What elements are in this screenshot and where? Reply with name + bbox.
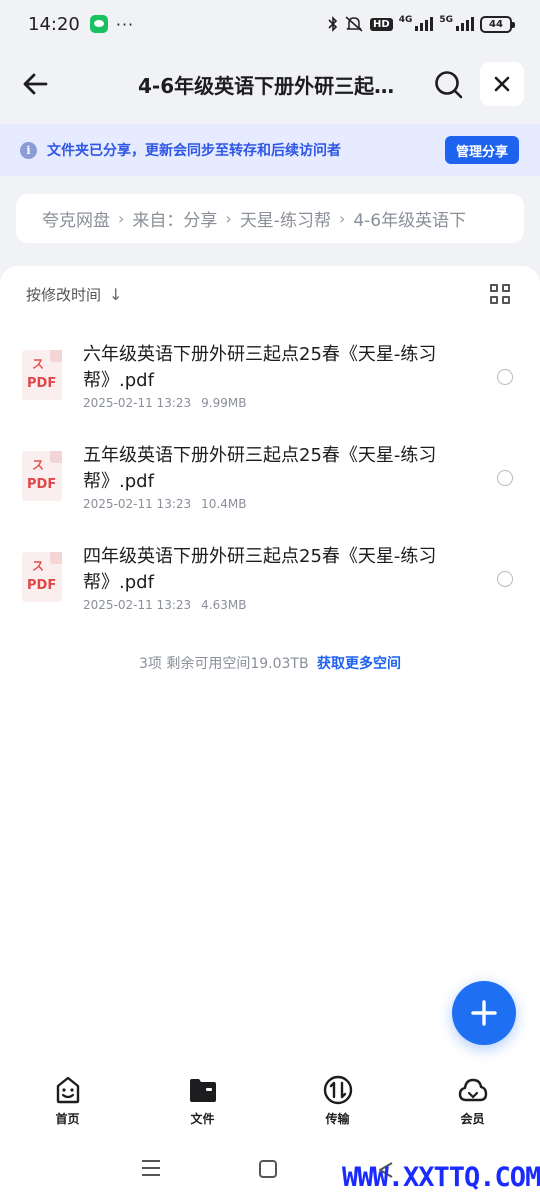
search-icon[interactable] [432, 68, 466, 102]
status-bar: 14:20 ··· HD 4G 5G 44 [0, 0, 540, 48]
file-meta: 2025-02-11 13:23 4.63MB [83, 598, 246, 612]
transfer-icon [323, 1075, 352, 1105]
cloud-member-icon [458, 1078, 487, 1102]
nav-label: 文件 [190, 1112, 215, 1126]
network-type-2: 5G [439, 15, 453, 25]
sort-control[interactable]: 按修改时间 ↓ [26, 284, 122, 305]
wechat-icon [89, 15, 108, 33]
hd-badge: HD [370, 17, 393, 31]
signal-icon-1 [415, 17, 434, 31]
nav-label: 传输 [325, 1112, 350, 1126]
bottom-nav: 首页 文件 传输 会员 [0, 1074, 540, 1134]
file-date: 2025-02-11 13:23 [83, 598, 192, 612]
file-size: 10.4MB [201, 497, 247, 511]
arrow-down-icon: ↓ [109, 285, 123, 304]
folder-icon [189, 1079, 216, 1102]
file-row[interactable]: ス PDF 六年级英语下册外研三起点25春《天星-练习帮》.pdf 2025-02… [0, 336, 540, 437]
watermark: WWW.XXTTQ.COM [342, 1162, 540, 1193]
breadcrumb-item-current[interactable]: 4-6年级英语下 [353, 206, 466, 231]
pdf-file-icon: ス PDF [22, 451, 62, 501]
share-notice-bar: i 文件夹已分享，更新会同步至转存和后续访问者 管理分享 [0, 124, 540, 176]
nav-item-transfer[interactable]: 传输 [270, 1074, 405, 1134]
pdf-file-icon: ス PDF [22, 552, 62, 602]
file-meta: 2025-02-11 13:23 10.4MB [83, 497, 246, 511]
page-title: 4-6年级英语下册外研三起点25春 [138, 74, 408, 98]
file-size: 9.99MB [201, 396, 247, 410]
nav-item-files[interactable]: 文件 [135, 1074, 270, 1134]
file-date: 2025-02-11 13:23 [83, 497, 192, 511]
nav-item-member[interactable]: 会员 [405, 1074, 540, 1134]
nav-label: 会员 [460, 1112, 485, 1126]
plus-icon [471, 1000, 497, 1026]
sort-label: 按修改时间 [26, 286, 102, 304]
breadcrumb-separator: › [225, 209, 232, 228]
share-notice-text: 文件夹已分享，更新会同步至转存和后续访问者 [47, 143, 341, 159]
add-fab-button[interactable] [452, 981, 516, 1045]
home-face-icon [56, 1076, 79, 1104]
file-meta: 2025-02-11 13:23 9.99MB [83, 396, 246, 410]
status-time: 14:20 [28, 13, 80, 35]
file-name: 六年级英语下册外研三起点25春《天星-练习帮》.pdf [83, 344, 437, 391]
info-icon: i [20, 141, 37, 159]
network-type-1: 4G [398, 15, 413, 25]
recents-icon[interactable] [142, 1160, 160, 1181]
header: 4-6年级英语下册外研三起点25春 [0, 56, 540, 114]
more-notifications-icon: ··· [115, 14, 135, 34]
breadcrumb: 夸克网盘 › 来自：分享 › 天星-练习帮 › 4-6年级英语下 [16, 194, 524, 243]
breadcrumb-item-folder[interactable]: 天星-练习帮 [240, 206, 331, 231]
file-panel: 按修改时间 ↓ ス PDF 六年级英语下册外研三起点25春《天星-练习帮》.pdf… [0, 266, 540, 1200]
silent-icon [345, 16, 363, 32]
signal-icon-2 [456, 17, 474, 31]
nav-item-home[interactable]: 首页 [0, 1074, 135, 1134]
file-date: 2025-02-11 13:23 [83, 396, 192, 410]
bluetooth-icon [328, 16, 338, 32]
file-row[interactable]: ス PDF 五年级英语下册外研三起点25春《天星-练习帮》.pdf 2025-02… [0, 437, 540, 538]
close-icon [494, 76, 510, 92]
breadcrumb-separator: › [338, 209, 346, 228]
status-right: HD 4G 5G 44 [328, 15, 515, 33]
file-size: 4.63MB [201, 598, 247, 612]
back-arrow-icon[interactable] [18, 66, 54, 102]
file-name: 五年级英语下册外研三起点25春《天星-练习帮》.pdf [83, 445, 437, 492]
storage-summary-text: 3项 剩余可用空间19.03TB [138, 656, 309, 672]
file-row[interactable]: ス PDF 四年级英语下册外研三起点25春《天星-练习帮》.pdf 2025-02… [0, 538, 540, 639]
pdf-file-icon: ス PDF [22, 350, 62, 400]
select-radio[interactable] [497, 571, 513, 587]
nav-label: 首页 [55, 1112, 80, 1126]
select-radio[interactable] [497, 369, 513, 385]
get-more-space-link[interactable]: 获取更多空间 [317, 656, 401, 672]
file-list: ス PDF 六年级英语下册外研三起点25春《天星-练习帮》.pdf 2025-02… [0, 336, 540, 639]
storage-summary: 3项 剩余可用空间19.03TB 获取更多空间 [0, 653, 540, 673]
breadcrumb-separator: › [118, 209, 125, 228]
home-icon[interactable] [259, 1160, 277, 1178]
manage-share-button[interactable]: 管理分享 [445, 136, 519, 164]
file-name: 四年级英语下册外研三起点25春《天星-练习帮》.pdf [83, 546, 437, 593]
battery-icon: 44 [480, 15, 515, 33]
grid-view-icon[interactable] [490, 284, 510, 304]
breadcrumb-item-share[interactable]: 来自：分享 [132, 206, 217, 231]
breadcrumb-item-root[interactable]: 夸克网盘 [42, 206, 110, 231]
select-radio[interactable] [497, 470, 513, 486]
close-button[interactable] [480, 62, 524, 106]
